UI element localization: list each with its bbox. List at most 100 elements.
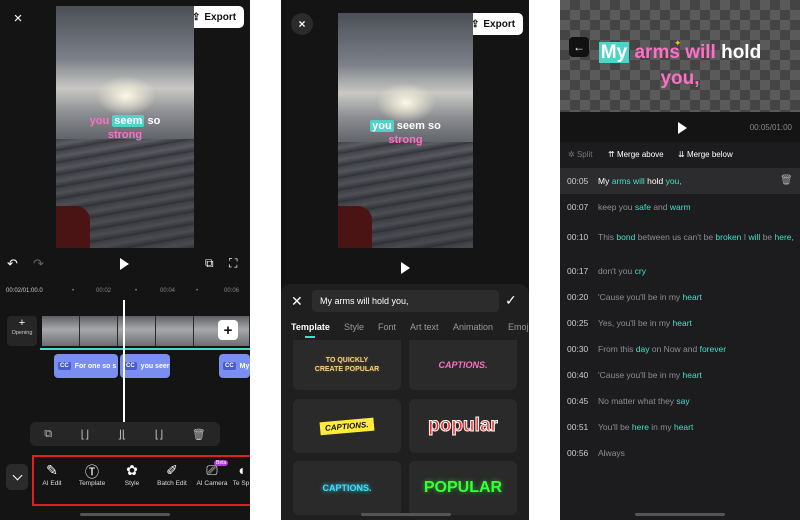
tab-art-text[interactable]: Art text [410, 322, 439, 332]
export-label: Export [483, 18, 516, 30]
clip-toolbar: ⧉ ⌊⌋ ⌋⌊ ⌊⌋ 🗑 [30, 422, 220, 446]
close-button[interactable]: × [8, 8, 28, 28]
collapse-button[interactable] [6, 464, 28, 490]
template-card[interactable]: CAPTIONS. [293, 461, 401, 515]
caption-text[interactable]: This bond between us can't be broken I w… [598, 232, 800, 243]
keyframe-icon[interactable]: ⧉ [205, 256, 214, 271]
copy-icon[interactable]: ⧉ [44, 428, 52, 441]
caption-input[interactable]: My arms will hold you, [312, 290, 499, 312]
caption-row[interactable]: 00:56 Always [560, 440, 800, 466]
highlight-box [32, 455, 250, 506]
caption-style-panel: × ⇪ Export you seem so strong ✕ My arms … [281, 0, 529, 520]
caption-row[interactable]: 00:40 'Cause you'll be in my heart [560, 362, 800, 388]
opening-button[interactable]: + Opening [7, 316, 37, 346]
home-indicator [80, 513, 170, 516]
caption-row[interactable]: 00:05 My arms will hold you, [560, 168, 800, 194]
split-button[interactable]: ✲ Split [568, 150, 593, 159]
caption-actions: ✲ Split ⇈ Merge above ⇊ Merge below [560, 146, 800, 164]
merge-above-button[interactable]: ⇈ Merge above [608, 150, 664, 159]
caption-time: 00:45 [567, 396, 589, 406]
fullscreen-icon[interactable]: ⛶ [229, 256, 237, 271]
caption-row[interactable]: 00:51 You'll be here in my heart [560, 414, 800, 440]
tab-emoji[interactable]: Emoj [508, 322, 529, 332]
video-preview[interactable]: you seem so strong [56, 6, 194, 248]
caption-text[interactable]: No matter what they say [598, 396, 800, 407]
close-button[interactable]: × [291, 13, 313, 35]
caption-time: 00:40 [567, 370, 589, 380]
split-right-icon[interactable]: ⌊⌋ [155, 428, 164, 441]
template-card[interactable]: POPULAR [409, 461, 517, 515]
caption-text[interactable]: Yes, you'll be in my heart [598, 318, 800, 329]
caption-row[interactable]: 00:25 Yes, you'll be in my heart [560, 310, 800, 336]
caption-text[interactable]: You'll be here in my heart [598, 422, 800, 433]
caption-clip[interactable]: CC My [219, 354, 250, 378]
caption-row[interactable]: 00:45 No matter what they say [560, 388, 800, 414]
delete-icon[interactable]: 🗑 [780, 175, 793, 186]
split-icon[interactable]: ⌋⌊ [118, 428, 127, 441]
check-icon[interactable]: ✓ [505, 292, 517, 309]
chevron-down-icon [12, 470, 22, 480]
caption-clip[interactable]: CC you seer [120, 354, 170, 378]
caption-time: 00:56 [567, 448, 589, 458]
caption-text[interactable]: From this day on Now and forever [598, 344, 800, 355]
tab-indicator [305, 336, 315, 338]
opening-label: Opening [11, 330, 33, 336]
home-indicator [361, 513, 451, 516]
editor-panel: × ⇪ Export you seem so strong ↶ ↷ ⧉ ⛶ 00… [0, 0, 250, 520]
template-card[interactable]: popular [409, 399, 517, 453]
play-button[interactable] [120, 258, 129, 270]
caption-row[interactable]: 00:30 From this day on Now and forever [560, 336, 800, 362]
caption-text[interactable]: 'Cause you'll be in my heart [598, 370, 800, 381]
caption-clip[interactable]: CC For one so s [54, 354, 118, 378]
video-caption: you seem so strong [370, 120, 441, 146]
template-card[interactable]: CAPTIONS. [293, 399, 401, 453]
track-underline [40, 348, 250, 350]
template-card[interactable]: TO QUICKLY CREATE POPULAR [293, 340, 401, 390]
caption-row[interactable]: 00:17 don't you cry [560, 258, 800, 284]
airplane-wing [56, 206, 90, 248]
cc-icon: CC [58, 362, 71, 370]
caption-text[interactable]: 'Cause you'll be in my heart [598, 292, 800, 303]
tab-font[interactable]: Font [378, 322, 396, 332]
caption-time: 00:51 [567, 422, 589, 432]
caption-row[interactable]: 00:07 keep you safe and warm [560, 194, 800, 220]
tab-animation[interactable]: Animation [453, 322, 493, 332]
template-card[interactable]: CAPTIONS. [409, 340, 517, 390]
caption-time: 00:05 [567, 176, 589, 186]
caption-text[interactable]: don't you cry [598, 266, 800, 277]
caption-text[interactable]: Always [598, 448, 800, 459]
tab-template[interactable]: Template [291, 322, 330, 332]
close-icon[interactable]: ✕ [291, 293, 303, 310]
caption-row[interactable]: 00:20 'Cause you'll be in my heart [560, 284, 800, 310]
split-left-icon[interactable]: ⌊⌋ [81, 428, 90, 441]
video-preview[interactable]: you seem so strong [338, 13, 473, 248]
home-indicator [635, 513, 725, 516]
airplane-wing [338, 206, 372, 248]
add-clip-button[interactable]: + [218, 320, 238, 340]
redo-icon[interactable]: ↷ [33, 256, 44, 272]
caption-time: 00:30 [567, 344, 589, 354]
caption-list-panel: ← My arms will hold you, ✦ 00:05/01:00 ✲… [560, 0, 800, 520]
video-caption: you seem so strong [89, 115, 161, 141]
caption-time: 00:10 [567, 232, 589, 242]
caption-time: 00:25 [567, 318, 589, 328]
back-arrow-icon: ← [573, 40, 585, 54]
play-button[interactable] [401, 262, 410, 274]
caption-time: 00:07 [567, 202, 589, 212]
merge-below-button[interactable]: ⇊ Merge below [678, 150, 733, 159]
caption-time: 00:17 [567, 266, 589, 276]
caption-text[interactable]: My arms will hold you, [598, 176, 800, 187]
tab-style[interactable]: Style [344, 322, 364, 332]
sparkle-icon: ✦ [674, 38, 682, 48]
caption-text[interactable]: keep you safe and warm [598, 202, 800, 213]
back-button[interactable]: ← [569, 37, 589, 57]
cc-icon: CC [223, 362, 236, 370]
player-bar: 00:05/01:00 [560, 112, 800, 142]
undo-icon[interactable]: ↶ [7, 256, 18, 272]
caption-row[interactable]: 00:10 This bond between us can't be broke… [560, 220, 800, 254]
caption-time: 00:20 [567, 292, 589, 302]
playhead[interactable] [123, 300, 125, 422]
delete-icon[interactable]: 🗑 [192, 428, 206, 441]
export-label: Export [204, 11, 237, 23]
play-button[interactable] [678, 122, 687, 134]
